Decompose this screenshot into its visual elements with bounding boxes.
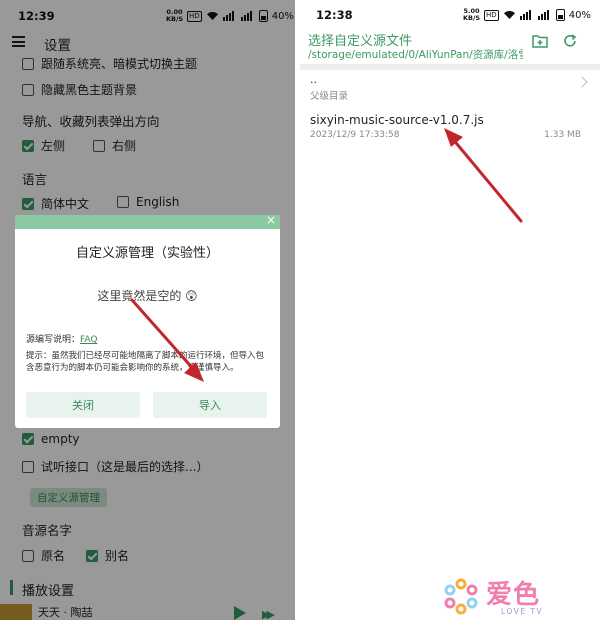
new-folder-icon[interactable]: [532, 34, 548, 48]
wifi-icon: [503, 11, 515, 19]
parent-directory-row[interactable]: .. 父级目录: [300, 70, 600, 104]
right-phone-screen: 12:38 5.00 KB/S HD 40% 选择自定义源文件 /storage/…: [300, 0, 600, 620]
parent-directory-label: 父级目录: [310, 91, 349, 102]
refresh-icon[interactable]: [562, 34, 578, 48]
file-list-item[interactable]: sixyin-music-source-v1.0.7.js 2023/12/9 …: [300, 110, 600, 144]
warning-tip: 提示：虽然我们已经尽可能地隔离了脚本的运行环境，但导入包含恶意行为的脚本仍可能会…: [26, 351, 265, 373]
parent-dots: ..: [310, 73, 317, 86]
chevron-right-icon: [576, 76, 588, 88]
import-button[interactable]: 导入: [153, 392, 267, 418]
file-date: 2023/12/9 17:33:58: [310, 130, 400, 140]
current-path: /storage/emulated/0/AliYunPan/资源库/洛雪...: [308, 49, 523, 61]
network-speed: 5.00 KB/S: [463, 7, 481, 22]
status-icons: 5.00 KB/S HD 40%: [463, 8, 591, 22]
status-bar: 12:38 5.00 KB/S HD 40%: [300, 0, 600, 28]
watermark-logo: 爱色 LOVE TV: [439, 572, 569, 620]
file-picker-header: 选择自定义源文件 /storage/emulated/0/AliYunPan/资…: [300, 28, 600, 66]
dialog-title: 自定义源管理（实验性）: [75, 246, 219, 261]
signal-icon-2: [537, 10, 549, 20]
status-time: 12:38: [316, 8, 353, 22]
dialog-header-bar: ×: [15, 215, 280, 229]
file-name: sixyin-music-source-v1.0.7.js: [310, 113, 484, 127]
source-help-line: 源编写说明：FAQ: [26, 335, 98, 345]
watermark-subtext: LOVE TV: [501, 607, 544, 616]
close-icon[interactable]: ×: [266, 215, 276, 227]
empty-state-text: 这里竟然是空的 😲: [97, 289, 198, 303]
custom-source-dialog: × 自定义源管理（实验性） 这里竟然是空的 😲 源编写说明：FAQ 提示：虽然我…: [15, 215, 280, 428]
left-phone-screen: 12:39 0.00 KB/S HD 40% 设置 跟随系统亮、暗模式切换主题 隐…: [0, 0, 295, 620]
battery-icon: [555, 9, 565, 21]
signal-icon: [519, 10, 531, 20]
file-size: 1.33 MB: [544, 130, 581, 140]
watermark-text: 爱色: [486, 580, 541, 610]
faq-link[interactable]: FAQ: [80, 335, 97, 345]
flower-logo-icon: [444, 578, 478, 615]
hd-badge: HD: [484, 9, 499, 21]
battery-percent: 40%: [568, 9, 591, 21]
close-button[interactable]: 关闭: [26, 392, 140, 418]
